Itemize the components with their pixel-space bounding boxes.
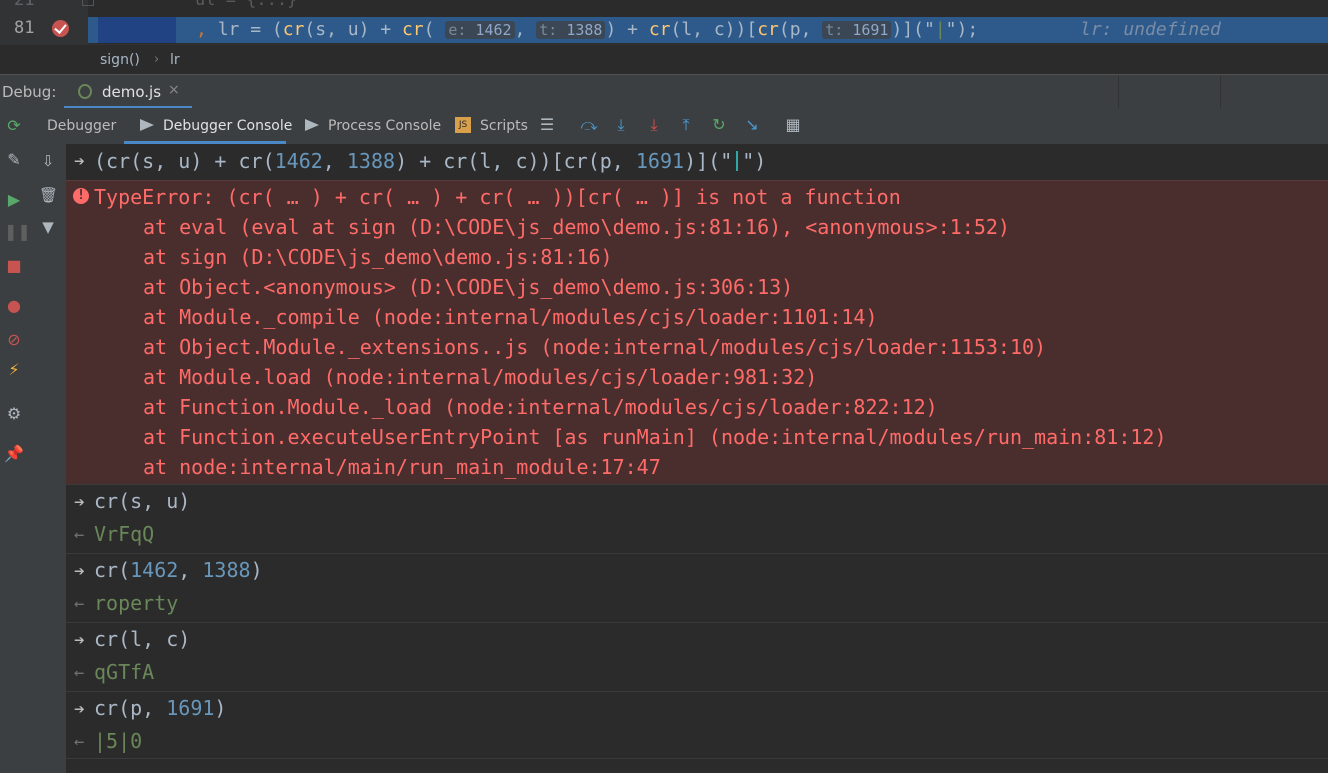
breadcrumb-item-lr[interactable]: lr — [170, 52, 180, 68]
run-to-cursor-icon[interactable]: ↘ — [743, 116, 761, 134]
evaluate-expression-icon[interactable]: ▦ — [784, 116, 802, 134]
stack-frame[interactable]: at eval (eval at sign (D:\CODE\js_demo\d… — [143, 215, 1010, 239]
debug-label: Debug: — [2, 83, 57, 101]
nodejs-file-icon — [78, 84, 92, 99]
console-result: qGTfA — [94, 660, 155, 684]
pause-icon[interactable]: ❚❚ — [4, 222, 31, 242]
tab-demo-js[interactable]: demo.js × — [64, 75, 192, 109]
stack-frame[interactable]: at Function.Module._load (node:internal/… — [143, 395, 938, 419]
console-input: cr(s, u) — [94, 489, 191, 513]
result-arrow-icon: ← — [74, 732, 85, 752]
console-result: VrFqQ — [94, 522, 155, 546]
step-over-icon[interactable]: ⤼ — [580, 116, 598, 134]
console-result: roperty — [94, 591, 179, 615]
breakpoint-icon[interactable] — [52, 20, 69, 37]
code-editor[interactable]: 21 81 ul = {...} , lr = (cr(s, u) + cr( … — [0, 0, 1328, 44]
console-input: (cr(s, u) + cr(1462, 1388) + cr(l, c))[c… — [94, 149, 767, 173]
parameter-hint: t: 1388 — [536, 21, 606, 39]
input-arrow-icon: ➔ — [74, 630, 85, 651]
process-console-icon — [305, 119, 319, 131]
parameter-hint: t: 1691 — [822, 21, 892, 39]
breadcrumb: sign() › lr — [0, 44, 1328, 75]
trash-icon[interactable]: 🗑 — [39, 186, 58, 204]
resume-icon[interactable]: ▶ — [4, 190, 24, 210]
input-arrow-icon: ➔ — [74, 699, 85, 720]
tab-debugger[interactable]: Debugger — [47, 108, 116, 144]
parameter-hint: e: 1462 — [445, 21, 515, 39]
stack-frame[interactable]: at Module._compile (node:internal/module… — [143, 305, 878, 329]
console-input: cr(p, 1691) — [94, 696, 227, 720]
tab-label: demo.js — [102, 83, 162, 101]
gear-icon[interactable]: ⚙ — [4, 404, 24, 424]
result-arrow-icon: ← — [74, 663, 85, 683]
step-out-icon[interactable]: ⤒ — [677, 116, 695, 134]
stack-frame[interactable]: at Object.Module._extensions..js (node:i… — [143, 335, 1046, 359]
input-arrow-icon: ➔ — [74, 492, 85, 513]
scripts-icon: JS — [455, 117, 471, 133]
stack-frame[interactable]: at node:internal/main/run_main_module:17… — [143, 455, 661, 479]
debug-tool-window-header: Debug: demo.js × — [0, 74, 1328, 109]
debugger-console[interactable]: ➔ (cr(s, u) + cr(1462, 1388) + cr(l, c))… — [66, 144, 1328, 773]
code-line-21: ul = {...} — [195, 0, 298, 10]
input-arrow-icon: ➔ — [74, 561, 85, 582]
line-number-21: 21 — [14, 0, 35, 10]
view-breakpoints-icon[interactable]: ● — [4, 296, 24, 316]
error-message: TypeError: (cr( … ) + cr( … ) + cr( … ))… — [94, 185, 901, 209]
menu-icon[interactable]: ☰ — [538, 116, 556, 134]
inline-debug-value: lr: undefined — [1080, 19, 1221, 40]
code-line-81[interactable]: , lr = (cr(s, u) + cr( e: 1462, t: 1388)… — [196, 19, 978, 40]
console-input: cr(l, c) — [94, 627, 191, 651]
stack-frame[interactable]: at Object.<anonymous> (D:\CODE\js_demo\d… — [143, 275, 793, 299]
result-arrow-icon: ← — [74, 594, 85, 614]
tab-scripts[interactable]: Scripts — [480, 108, 528, 144]
filter-icon[interactable]: ▼ — [39, 218, 57, 236]
fold-icon[interactable] — [82, 0, 94, 6]
wrench-icon[interactable]: ✎ — [4, 150, 24, 170]
console-entry: ➔ (cr(s, u) + cr(1462, 1388) + cr(l, c))… — [66, 144, 1328, 180]
debug-side-toolbar: ⟳ ✎ ▶ ❚❚ ■ ● ⊘ ⚡ ⚙ 📌 — [0, 108, 31, 773]
restart-frame-icon[interactable]: ↻ — [710, 116, 728, 134]
stack-frame[interactable]: at sign (D:\CODE\js_demo\demo.js:81:16) — [143, 245, 613, 269]
mute-breakpoints-icon[interactable]: ⊘ — [4, 330, 24, 350]
breadcrumb-item-sign[interactable]: sign() — [100, 52, 140, 68]
scroll-to-end-icon[interactable]: ⇩ — [39, 152, 57, 170]
close-icon[interactable]: × — [168, 82, 180, 98]
force-step-into-icon[interactable]: ⤓ — [645, 116, 663, 134]
result-arrow-icon: ← — [74, 525, 85, 545]
console-input: cr(1462, 1388) — [94, 558, 263, 582]
line-number-81: 81 — [14, 18, 35, 38]
step-into-icon[interactable]: ⤓ — [612, 116, 630, 134]
breadcrumb-separator-icon: › — [154, 52, 160, 67]
error-icon: ! — [73, 188, 89, 204]
stop-icon[interactable]: ■ — [4, 256, 24, 276]
stack-frame[interactable]: at Module.load (node:internal/modules/cj… — [143, 365, 817, 389]
error-block: ! TypeError: (cr( … ) + cr( … ) + cr( … … — [66, 180, 1328, 485]
editor-gutter[interactable]: 21 81 — [0, 0, 94, 44]
console-result: |5|0 — [94, 729, 143, 753]
console-side-toolbar: ⇩ 🗑 ▼ — [30, 144, 67, 773]
tab-process-console[interactable]: Process Console — [328, 108, 441, 144]
rerun-icon[interactable]: ⟳ — [4, 116, 24, 136]
stack-frame[interactable]: at Function.executeUserEntryPoint [as ru… — [143, 425, 1167, 449]
input-arrow-icon: ➔ — [74, 151, 85, 172]
pin-icon[interactable]: 📌 — [4, 444, 24, 464]
lightning-icon[interactable]: ⚡ — [4, 360, 24, 380]
debugger-toolbar: Debugger Debugger Console Process Consol… — [30, 108, 1328, 145]
